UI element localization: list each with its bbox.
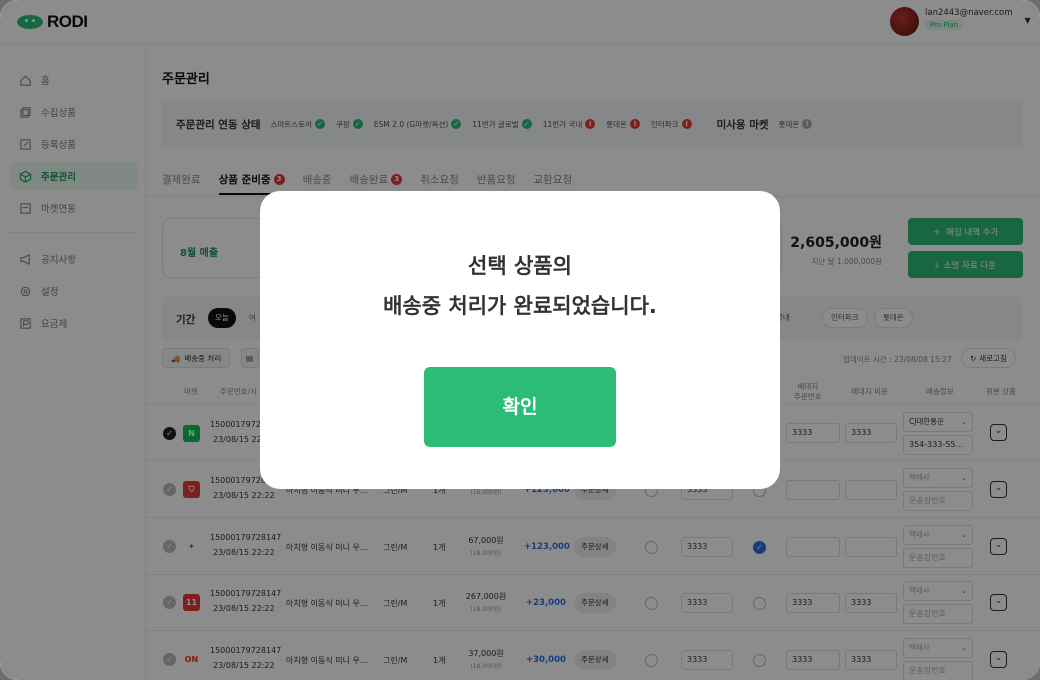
confirmation-modal: 선택 상품의 배송중 처리가 완료되었습니다. 확인 (260, 191, 780, 489)
modal-message-line2: 배송중 처리가 완료되었습니다. (383, 294, 657, 318)
app-window: RODI lan2443@naver.com Pro Plan ▼ 홈 수집상품 (0, 0, 1040, 680)
modal-message: 선택 상품의 배송중 처리가 완료되었습니다. (260, 246, 780, 326)
modal-message-line1: 선택 상품의 (468, 254, 572, 278)
confirm-button[interactable]: 확인 (424, 367, 616, 447)
